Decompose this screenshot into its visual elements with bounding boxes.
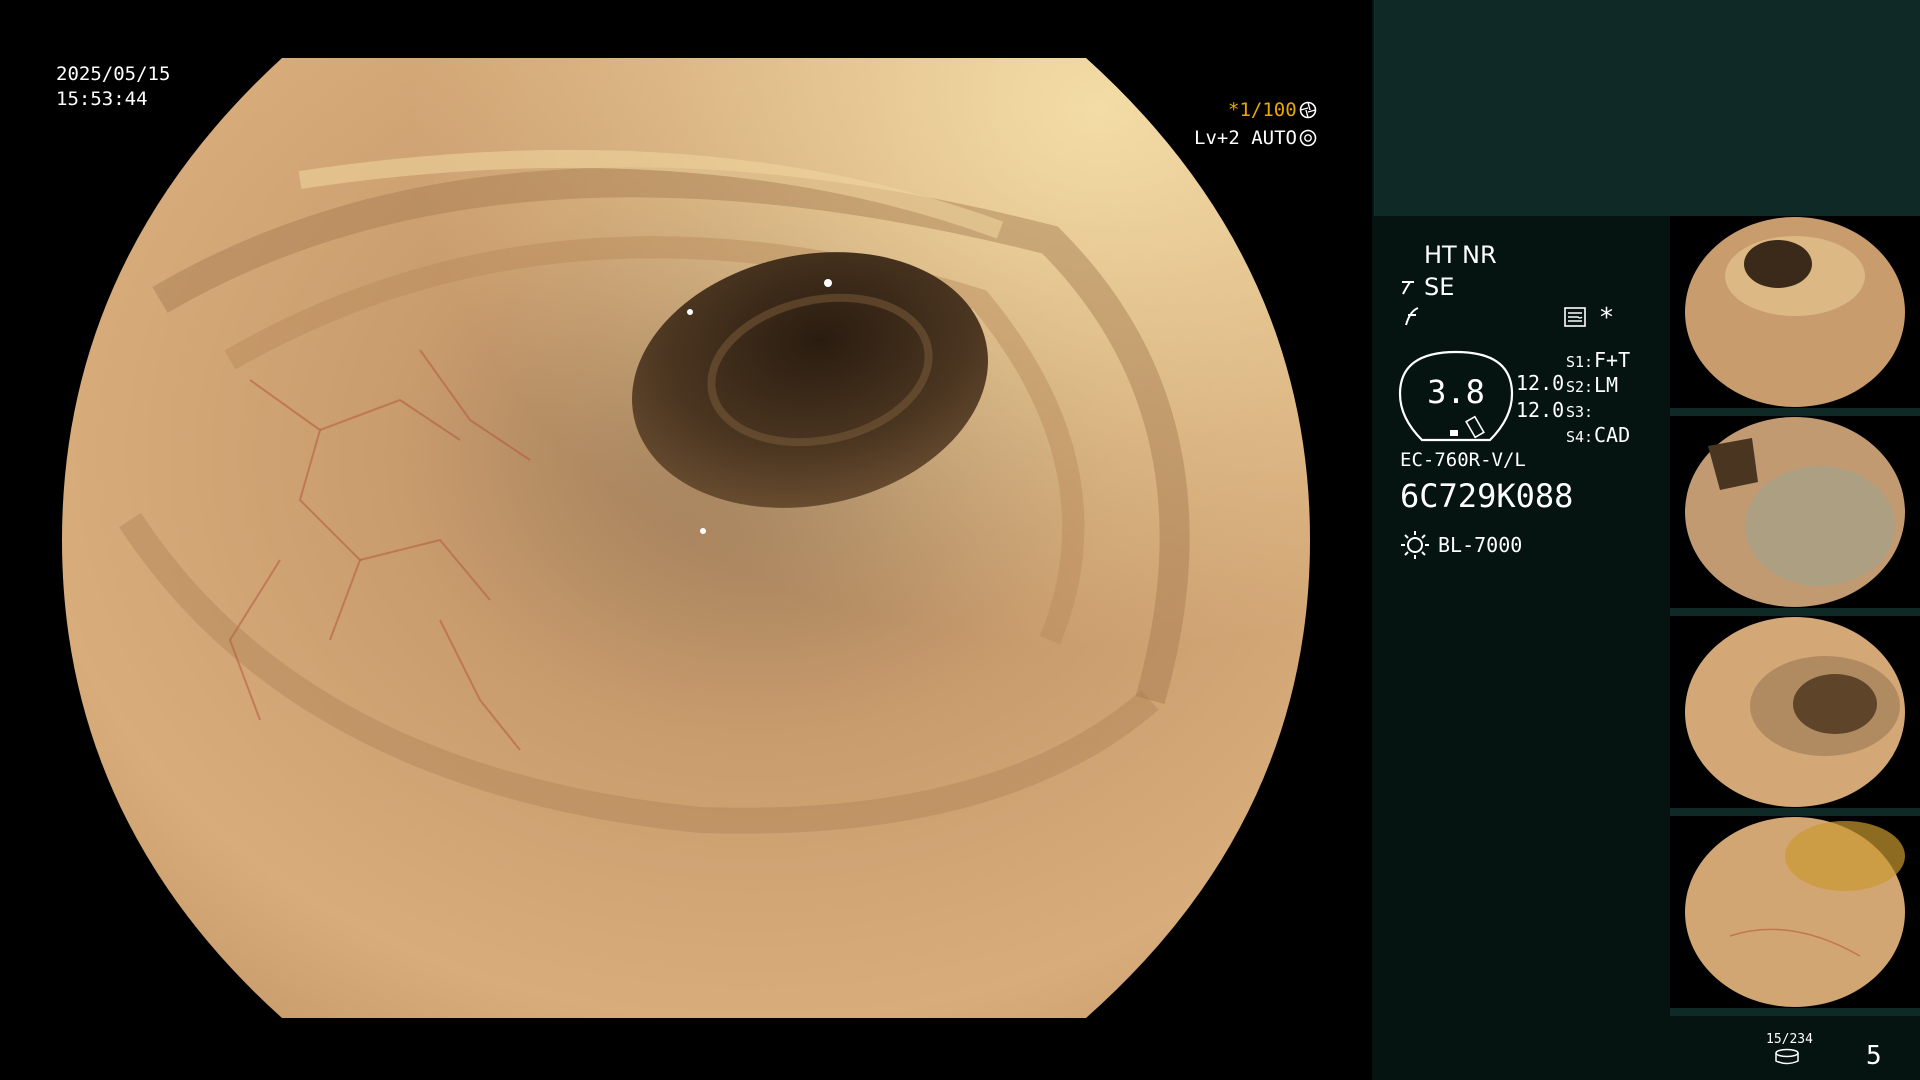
s2-value: LM <box>1594 373 1619 397</box>
value-bottom: 12.0 <box>1516 398 1565 422</box>
s1-value: F+T <box>1594 348 1631 372</box>
shutter-speed-text: *1/100 <box>1228 99 1297 121</box>
s3-label: S3: <box>1566 403 1594 421</box>
scope-curve-icon <box>1402 281 1414 295</box>
s4-label: S4: <box>1566 428 1594 446</box>
thumbnail-divider <box>1670 608 1920 616</box>
media-icon <box>1775 1048 1799 1065</box>
time-text: 15:53:44 <box>56 88 148 110</box>
scope-model: EC-760R-V/L <box>1400 449 1526 471</box>
thumbnail-2[interactable] <box>1670 416 1920 608</box>
image-mode-icon <box>1564 307 1586 327</box>
thumbnail-divider <box>1670 1008 1920 1016</box>
s1-label: S1: <box>1566 353 1594 371</box>
side-panel-header <box>1374 0 1920 216</box>
dial-value: 3.8 <box>1427 373 1485 411</box>
colon-lumen-image <box>0 0 1372 1080</box>
asterisk-indicator: * <box>1600 303 1613 333</box>
scope-serial: 6C729K088 <box>1400 477 1574 515</box>
light-icon <box>1401 531 1429 559</box>
shutter-icon <box>1299 101 1317 119</box>
storage-count: 15/234 <box>1766 1032 1813 1047</box>
image-count: 5 <box>1866 1041 1882 1071</box>
thumbnail-4[interactable] <box>1670 816 1920 1008</box>
s2-label: S2: <box>1566 378 1594 396</box>
value-top: 12.0 <box>1516 371 1565 395</box>
light-source: BL-7000 <box>1438 533 1523 557</box>
se-indicator: SE <box>1424 273 1455 301</box>
s4-value: CAD <box>1594 423 1631 447</box>
auto-iris-icon <box>1299 129 1317 147</box>
thumbnail-3[interactable] <box>1670 616 1920 808</box>
ht-indicator: HT <box>1424 241 1457 269</box>
thumbnail-1[interactable] <box>1670 216 1920 408</box>
thumbnail-divider <box>1670 808 1920 816</box>
date-text: 2025/05/15 <box>56 63 171 85</box>
level-auto-text: Lv+2 AUTO <box>1194 127 1297 149</box>
thumbnail-divider <box>1670 408 1920 416</box>
endoscope-main-view: 2025/05/15 15:53:44 *1/100 Lv+2 AUTO <box>0 0 1372 1080</box>
nr-indicator: NR <box>1462 241 1497 269</box>
freeze-icon <box>1405 307 1419 326</box>
